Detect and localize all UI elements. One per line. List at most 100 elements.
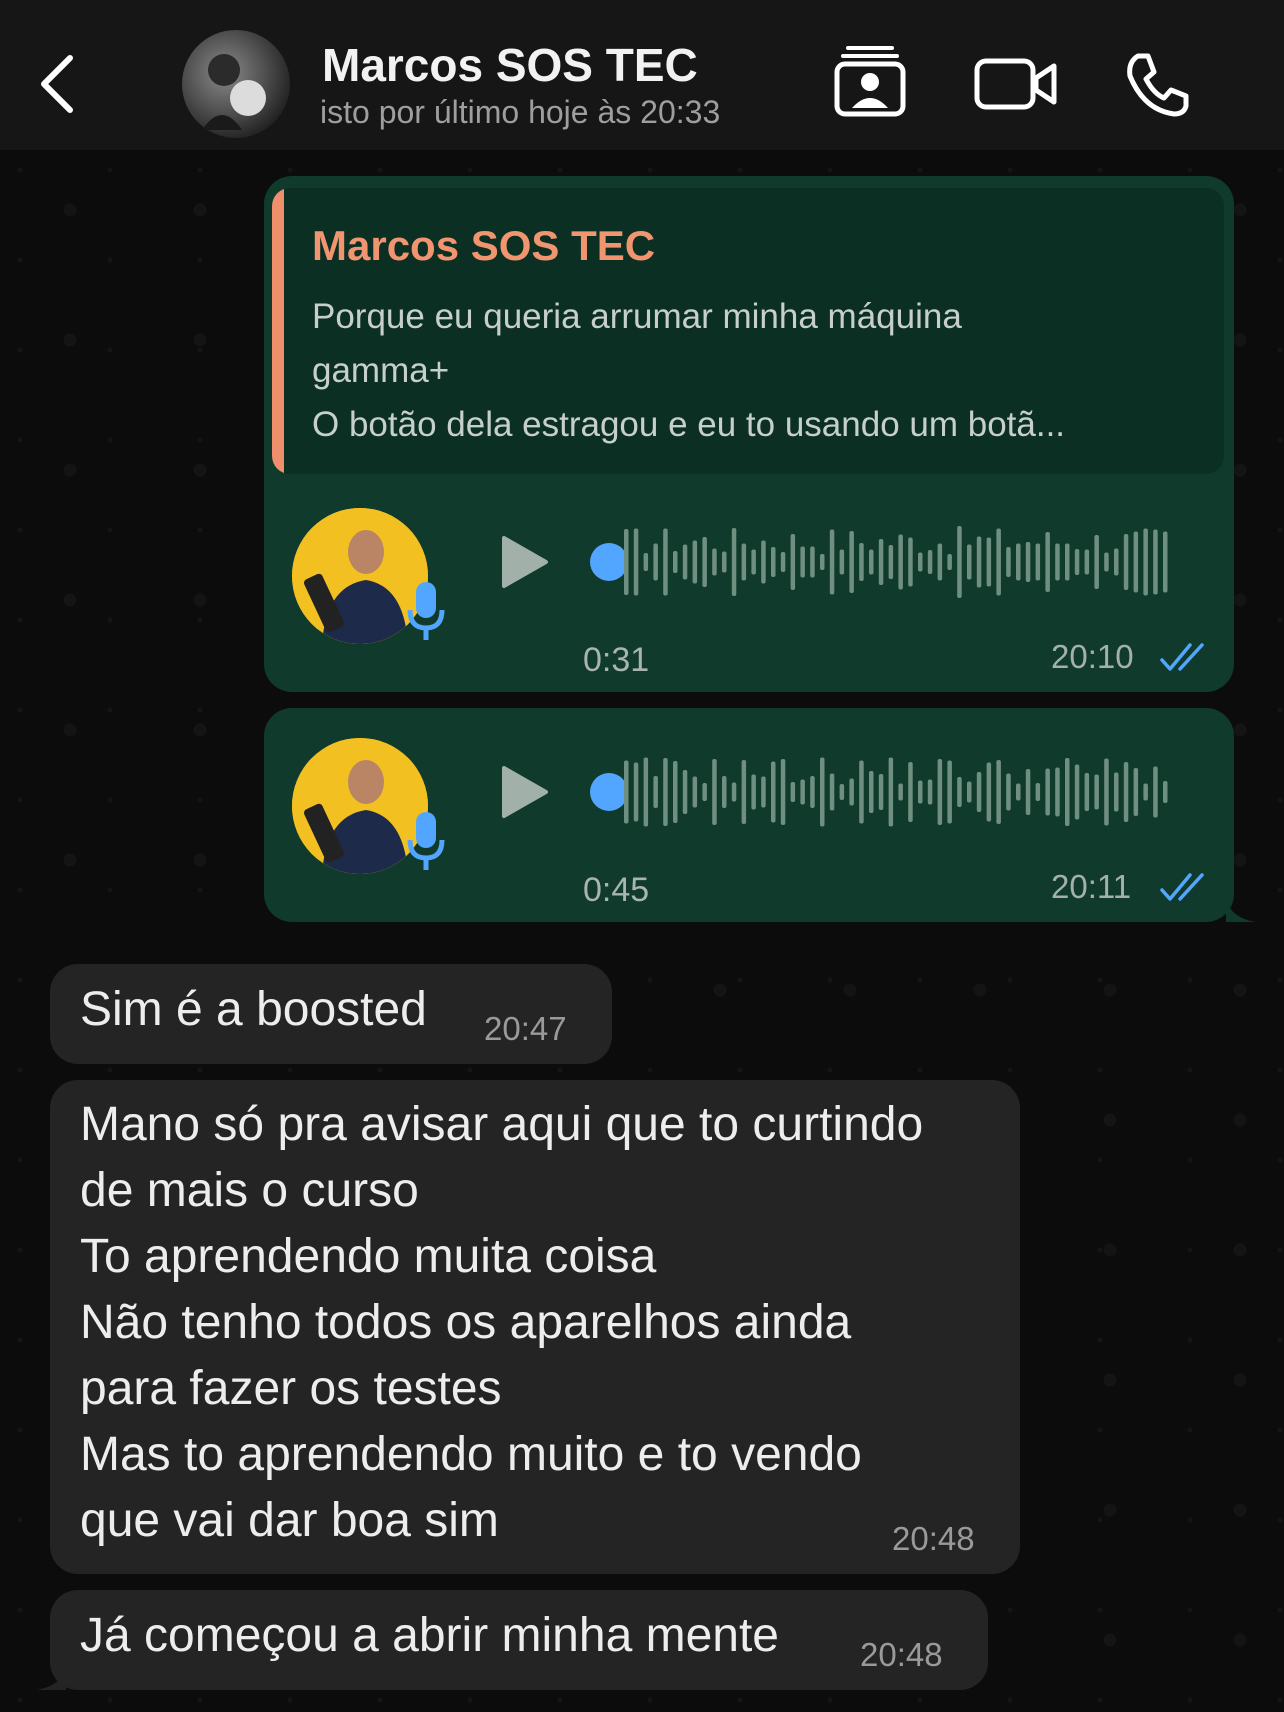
waveform-bar xyxy=(1114,548,1119,576)
waveform-bar xyxy=(937,759,943,825)
waveform-bar xyxy=(624,760,629,824)
waveform-bar xyxy=(918,552,923,572)
waveform-bar xyxy=(888,545,894,579)
waveform-bar xyxy=(859,760,864,824)
waveform-bar xyxy=(957,777,962,807)
waveform-bar xyxy=(878,774,884,810)
waveform-bar xyxy=(741,760,747,824)
waveform-bar xyxy=(1153,766,1158,818)
bubble-tail xyxy=(1226,898,1256,922)
message-line: Mas to aprendendo muito e to vendo xyxy=(80,1428,862,1481)
play-icon[interactable] xyxy=(498,764,550,820)
back-chevron-icon[interactable] xyxy=(36,52,76,116)
waveform-bar xyxy=(829,529,835,595)
quoted-reply[interactable]: Marcos SOS TEC Porque eu queria arrumar … xyxy=(272,188,1224,474)
waveform-bar xyxy=(829,773,835,811)
waveform-bar xyxy=(1074,549,1080,575)
quote-line: gamma+ xyxy=(312,351,450,390)
waveform-bar xyxy=(927,550,933,574)
waveform-bar xyxy=(888,757,894,827)
waveform-bar xyxy=(663,528,668,596)
waveform-bar xyxy=(741,543,747,581)
waveform-bar xyxy=(771,547,776,577)
waveform-bar xyxy=(1123,762,1129,822)
waveform-bar xyxy=(653,776,658,808)
waveform-bar xyxy=(859,543,864,581)
waveform-bar xyxy=(1163,531,1168,593)
waveform-bar xyxy=(869,771,874,813)
waveform-bar xyxy=(878,539,884,585)
waveform-bar xyxy=(751,774,756,810)
waveform-bar xyxy=(1143,528,1148,596)
waveform-bar xyxy=(1045,532,1050,592)
waveform-bar xyxy=(633,762,639,822)
voice-waveform[interactable] xyxy=(620,524,1180,600)
waveform-bar xyxy=(937,543,943,581)
message-text: Sim é a boosted xyxy=(80,983,427,1036)
message-line: Não tenho todos os aparelhos ainda xyxy=(80,1296,852,1349)
quote-author: Marcos SOS TEC xyxy=(312,222,656,269)
waveform-bar xyxy=(1094,774,1099,810)
message-time: 20:48 xyxy=(860,1636,943,1673)
waveform-bar xyxy=(1006,547,1011,577)
waveform-bar xyxy=(722,776,727,808)
waveform-bar xyxy=(908,762,913,822)
video-call-icon[interactable] xyxy=(974,56,1058,112)
waveform-bar xyxy=(682,544,688,580)
play-icon[interactable] xyxy=(498,534,550,590)
waveform-bar xyxy=(1163,781,1168,803)
waveform-bar xyxy=(790,534,796,590)
waveform-bar xyxy=(869,549,874,575)
voice-duration: 0:45 xyxy=(583,871,650,909)
waveform-bar xyxy=(839,784,845,800)
waveform-bar xyxy=(780,552,786,572)
waveform-bar xyxy=(712,548,717,576)
read-receipt-icon xyxy=(1160,873,1204,901)
waveform-bar xyxy=(996,528,1001,596)
waveform-bar xyxy=(849,778,854,806)
waveform-bar xyxy=(790,782,796,802)
contact-card-icon[interactable] xyxy=(834,44,906,118)
waveform-bar xyxy=(986,762,992,822)
waveform-bar xyxy=(1045,768,1050,816)
waveform-bar xyxy=(1074,764,1080,820)
waveform-bar xyxy=(1016,783,1021,801)
waveform-bar xyxy=(1104,758,1109,826)
quote-text: Porque eu queria arrumar minha máquina g… xyxy=(312,290,1212,452)
contact-avatar[interactable] xyxy=(182,30,290,138)
waveform-bar xyxy=(957,526,962,598)
message-time: 20:10 xyxy=(1051,638,1134,675)
message-time: 20:11 xyxy=(1051,868,1132,905)
contact-name[interactable]: Marcos SOS TEC xyxy=(322,38,698,92)
waveform-bar xyxy=(1084,773,1090,811)
waveform-bar xyxy=(898,783,903,801)
phone-call-icon[interactable] xyxy=(1124,52,1190,118)
waveform-bar xyxy=(1065,543,1070,581)
waveform-bar xyxy=(673,551,678,573)
waveform-bar xyxy=(918,780,923,804)
waveform-bar xyxy=(800,546,805,578)
voice-waveform[interactable] xyxy=(620,754,1180,830)
message-line: para fazer os testes xyxy=(80,1362,502,1415)
waveform-bar xyxy=(800,779,805,805)
waveform-bar xyxy=(673,761,678,823)
waveform-bar xyxy=(1143,783,1148,801)
waveform-bar xyxy=(1133,531,1139,593)
waveform-bar xyxy=(967,781,972,803)
waveform-bar xyxy=(820,757,825,827)
waveform-bar xyxy=(1006,773,1011,811)
waveform-bar xyxy=(1094,535,1099,589)
waveform-bar xyxy=(898,534,903,590)
waveform-bar xyxy=(849,531,854,593)
waveform-bar xyxy=(1084,549,1090,575)
quote-accent-bar xyxy=(272,188,284,474)
waveform-bar xyxy=(643,553,649,571)
message-time: 20:47 xyxy=(484,1010,567,1047)
waveform-bar xyxy=(692,776,698,808)
waveform-bar xyxy=(810,546,815,578)
waveform-bar xyxy=(643,757,649,827)
waveform-bar xyxy=(653,543,658,581)
voice-duration: 0:31 xyxy=(583,641,650,679)
waveform-bar xyxy=(702,537,707,587)
waveform-bar xyxy=(633,528,639,596)
